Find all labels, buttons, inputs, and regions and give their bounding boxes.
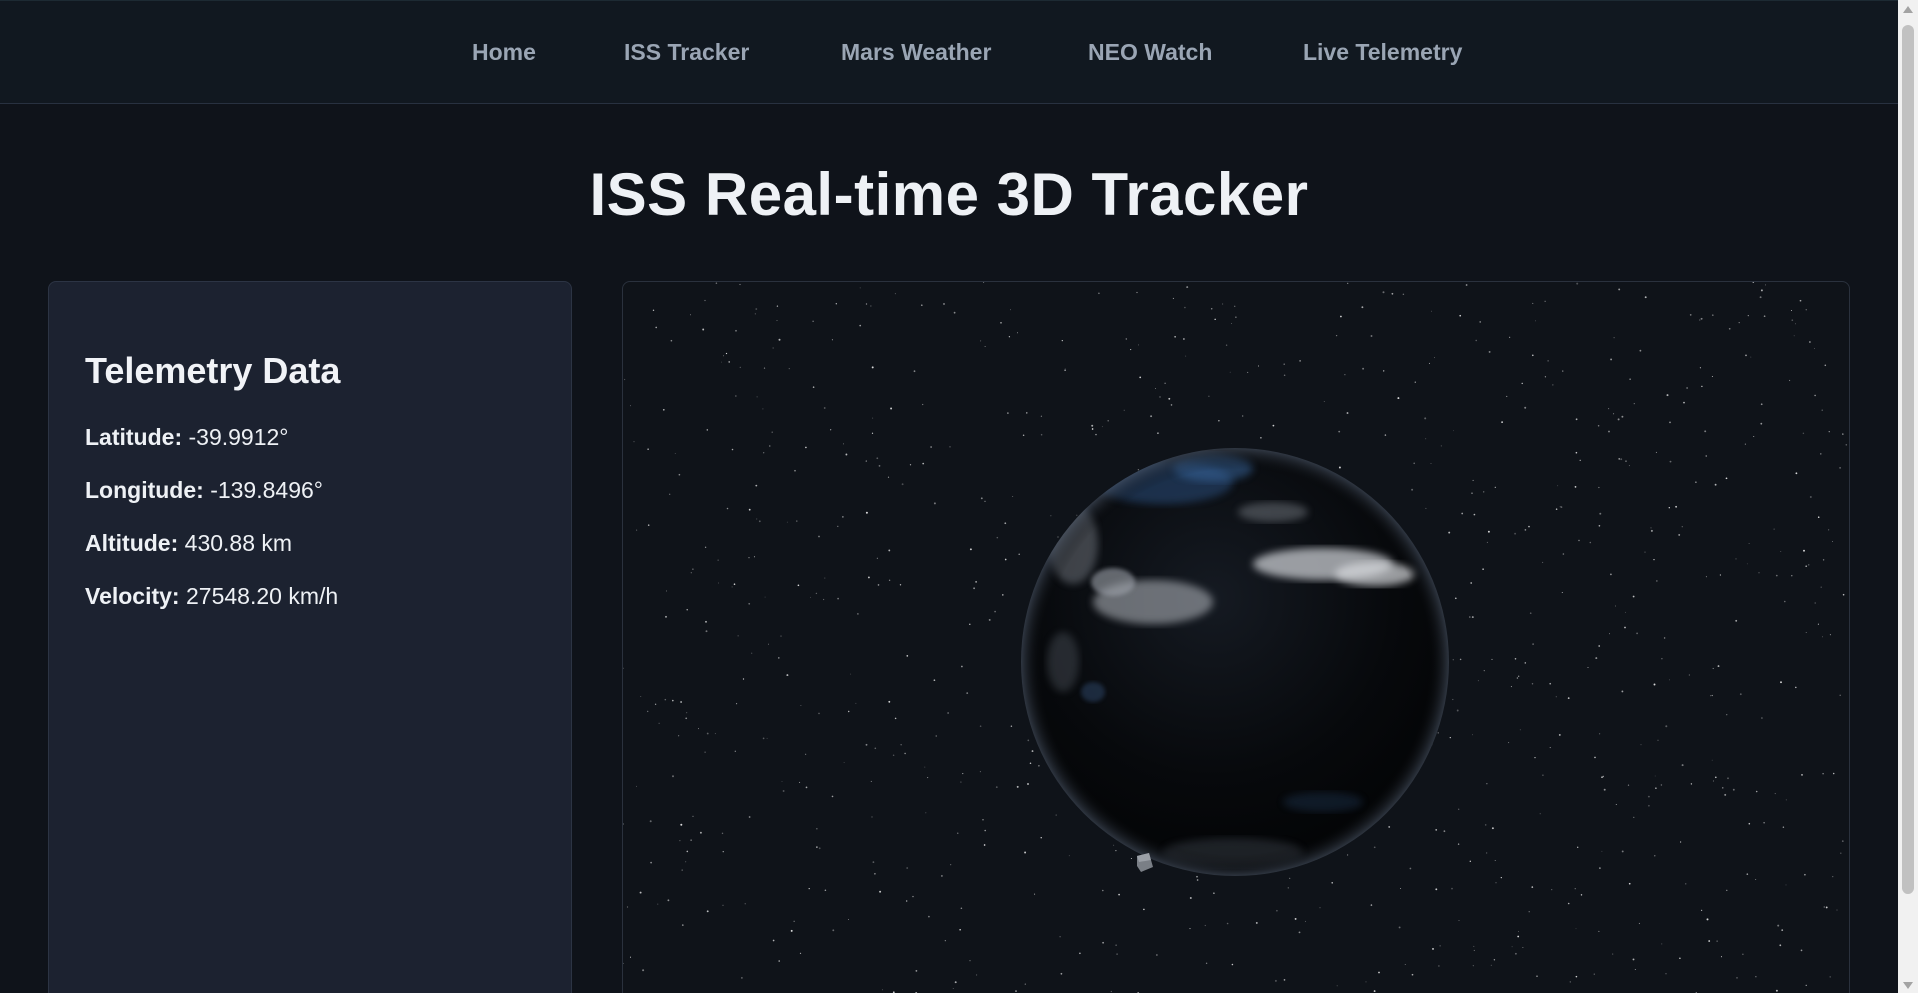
altitude-row: Altitude: 430.88 km [85,530,292,557]
altitude-label: Altitude: [85,530,179,556]
telemetry-panel: Telemetry Data Latitude: -39.9912° Longi… [48,281,572,993]
top-nav: Home ISS Tracker Mars Weather NEO Watch … [0,0,1898,104]
latitude-value: -39.9912° [188,424,289,450]
telemetry-title: Telemetry Data [85,350,341,391]
scroll-up-arrow-icon[interactable] [1903,6,1913,13]
nav-iss-tracker-link[interactable]: ISS Tracker [624,39,749,66]
page-title: ISS Real-time 3D Tracker [589,161,1309,228]
scroll-down-arrow-icon[interactable] [1903,982,1913,989]
page: Home ISS Tracker Mars Weather NEO Watch … [0,0,1918,993]
altitude-value: 430.88 km [184,530,293,556]
scrollbar-thumb[interactable] [1902,25,1914,894]
latitude-row: Latitude: -39.9912° [85,424,289,451]
page-scrollbar[interactable] [1898,0,1918,993]
velocity-label: Velocity: [85,583,180,609]
nav-home-link[interactable]: Home [472,39,536,66]
globe-viewport[interactable] [622,281,1850,993]
nav-neo-watch-link[interactable]: NEO Watch [1088,39,1212,66]
velocity-value: 27548.20 km/h [186,583,339,609]
longitude-row: Longitude: -139.8496° [85,477,323,504]
longitude-label: Longitude: [85,477,204,503]
globe-scene [623,282,1848,993]
earth-globe [1021,448,1449,876]
nav-mars-weather-link[interactable]: Mars Weather [841,39,991,66]
velocity-row: Velocity: 27548.20 km/h [85,583,338,610]
latitude-label: Latitude: [85,424,183,450]
longitude-value: -139.8496° [210,477,323,503]
nav-live-telemetry-link[interactable]: Live Telemetry [1303,39,1462,66]
